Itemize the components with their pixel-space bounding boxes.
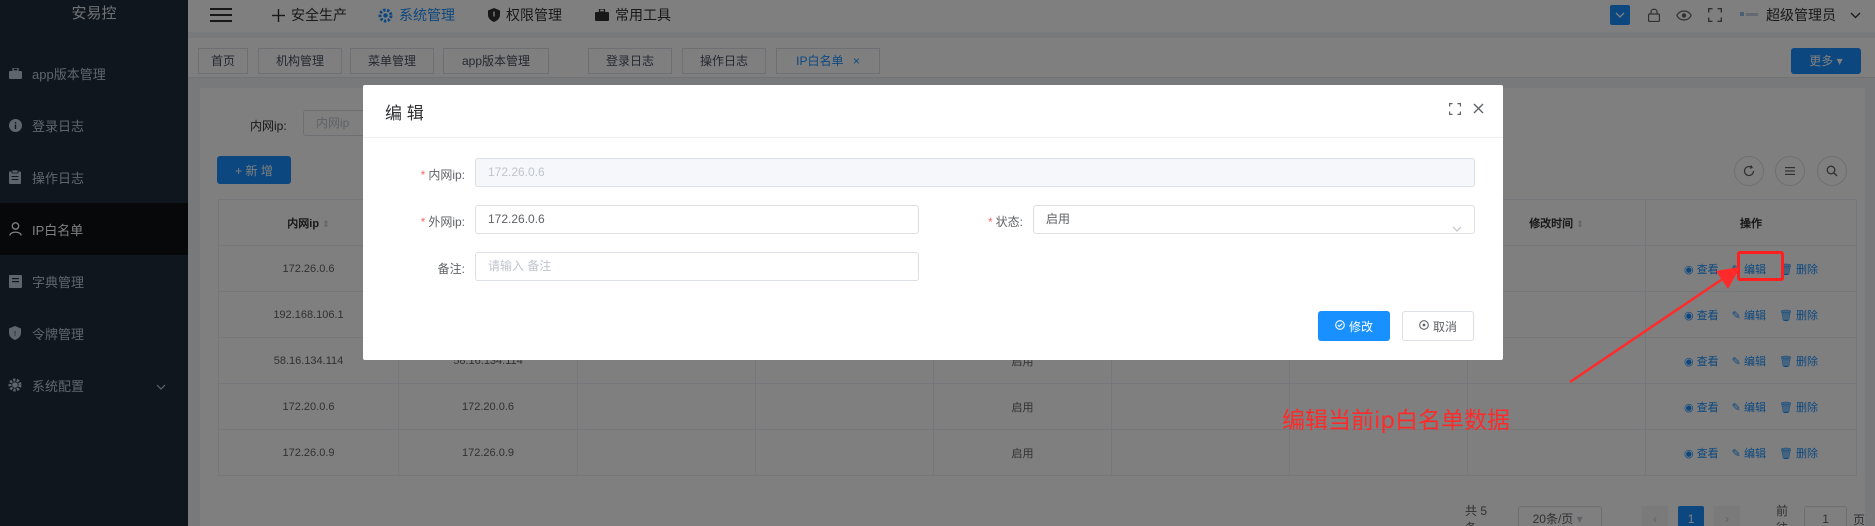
annotation-text: 编辑当前ip白名单数据 bbox=[1282, 408, 1510, 434]
annotation-arrow bbox=[1569, 267, 1740, 384]
